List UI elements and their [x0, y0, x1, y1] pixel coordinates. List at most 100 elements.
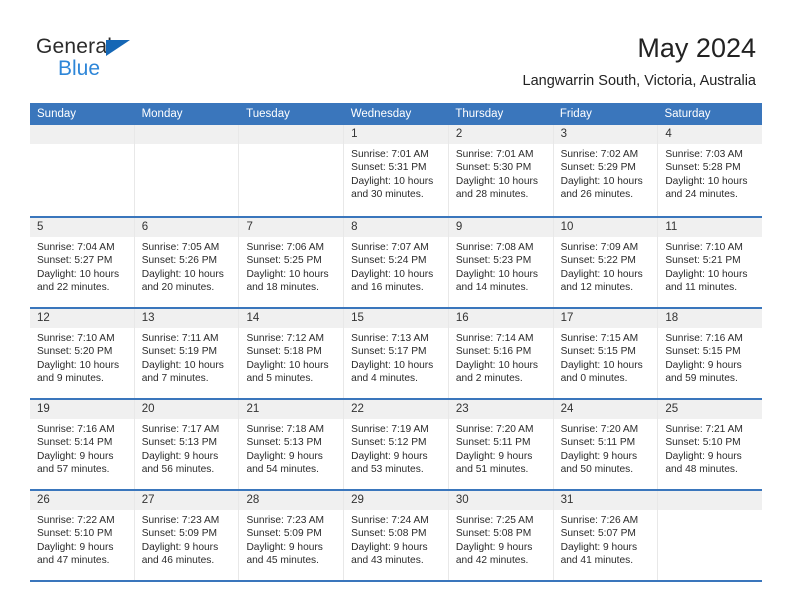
- sunrise-text: Sunrise: 7:01 AM: [455, 149, 534, 160]
- sunset-text: Sunset: 5:10 PM: [665, 437, 741, 449]
- daylight-text-line1: Daylight: 9 hours: [455, 541, 533, 553]
- general-blue-logo[interactable]: General Blue: [36, 36, 236, 88]
- logo-secondary-text: Blue: [58, 57, 101, 80]
- day-cell[interactable]: 17 Sunrise: 7:15 AM Sunset: 5:15 PM Dayligh…: [552, 309, 658, 398]
- daylight-text-line2: and 12 minutes.: [560, 282, 634, 294]
- day-cell[interactable]: 30 Sunrise: 7:25 AM Sunset: 5:08 PM Dayligh…: [447, 491, 553, 580]
- day-cell[interactable]: 9 Sunrise: 7:08 AM Sunset: 5:23 PM Daylight…: [447, 218, 553, 307]
- day-number-band: 27: [134, 491, 239, 510]
- daylight-text-line1: Daylight: 10 hours: [665, 268, 748, 280]
- sunset-text: Sunset: 5:19 PM: [141, 346, 218, 358]
- daylight-text-line1: Daylight: 10 hours: [351, 268, 434, 280]
- daylight-text-line2: and 47 minutes.: [37, 555, 110, 567]
- day-number-band: 3: [553, 125, 658, 144]
- day-cell[interactable]: 5 Sunrise: 7:04 AM Sunset: 5:27 PM Daylight…: [30, 218, 134, 307]
- day-number-band: 13: [134, 309, 239, 328]
- day-cell-empty: [30, 125, 134, 216]
- daylight-text-line1: Daylight: 10 hours: [351, 359, 434, 371]
- day-cell[interactable]: 23 Sunrise: 7:20 AM Sunset: 5:11 PM Dayligh…: [447, 400, 553, 489]
- calendar-week-row: 26 Sunrise: 7:22 AM Sunset: 5:10 PM Dayligh…: [30, 489, 763, 580]
- daylight-text-line2: and 18 minutes.: [246, 282, 319, 294]
- day-number: 1: [351, 128, 358, 140]
- daylight-text-line2: and 20 minutes.: [141, 282, 215, 294]
- calendar-week-row: 5 Sunrise: 7:04 AM Sunset: 5:27 PM Daylight…: [30, 216, 763, 307]
- day-cell[interactable]: 6 Sunrise: 7:05 AM Sunset: 5:26 PM Daylight…: [133, 218, 239, 307]
- day-number: 15: [351, 312, 364, 324]
- day-info: Sunrise: 7:26 AM Sunset: 5:07 PM Daylight:…: [554, 510, 658, 568]
- day-cell[interactable]: 15 Sunrise: 7:13 AM Sunset: 5:17 PM Dayligh…: [343, 309, 448, 398]
- day-cell[interactable]: 3 Sunrise: 7:02 AM Sunset: 5:29 PM Daylight…: [552, 125, 658, 216]
- day-cell[interactable]: 27 Sunrise: 7:23 AM Sunset: 5:09 PM Dayligh…: [133, 491, 239, 580]
- daylight-text-line2: and 54 minutes.: [246, 464, 319, 476]
- weekday-header-thursday: Thursday: [455, 108, 504, 120]
- day-info: Sunrise: 7:19 AM Sunset: 5:12 PM Daylight:…: [344, 419, 448, 477]
- day-cell[interactable]: 12 Sunrise: 7:10 AM Sunset: 5:20 PM Dayligh…: [30, 309, 134, 398]
- sunrise-text: Sunrise: 7:15 AM: [560, 333, 639, 344]
- day-info: Sunrise: 7:13 AM Sunset: 5:17 PM Daylight:…: [344, 328, 448, 386]
- daylight-text-line1: Daylight: 10 hours: [37, 359, 120, 371]
- day-cell[interactable]: 16 Sunrise: 7:14 AM Sunset: 5:16 PM Dayligh…: [447, 309, 553, 398]
- day-cell[interactable]: 24 Sunrise: 7:20 AM Sunset: 5:11 PM Dayligh…: [552, 400, 658, 489]
- day-number-band: 11: [658, 218, 763, 237]
- daylight-text-line1: Daylight: 9 hours: [37, 541, 114, 553]
- calendar-weeks: 1 Sunrise: 7:01 AM Sunset: 5:31 PM Daylight…: [30, 125, 763, 580]
- daylight-text-line1: Daylight: 10 hours: [141, 268, 224, 280]
- sunset-text: Sunset: 5:25 PM: [246, 255, 322, 267]
- day-info: Sunrise: 7:20 AM Sunset: 5:11 PM Daylight:…: [554, 419, 658, 477]
- sunrise-text: Sunrise: 7:12 AM: [246, 333, 325, 344]
- day-cell[interactable]: 29 Sunrise: 7:24 AM Sunset: 5:08 PM Dayligh…: [343, 491, 448, 580]
- daylight-text-line2: and 57 minutes.: [37, 464, 110, 476]
- daylight-text-line2: and 45 minutes.: [246, 555, 319, 567]
- sunrise-text: Sunrise: 7:09 AM: [560, 242, 639, 253]
- day-info: Sunrise: 7:08 AM Sunset: 5:23 PM Daylight:…: [449, 237, 553, 295]
- day-cell[interactable]: 19 Sunrise: 7:16 AM Sunset: 5:14 PM Dayligh…: [30, 400, 134, 489]
- day-cell[interactable]: 14 Sunrise: 7:12 AM Sunset: 5:18 PM Dayligh…: [238, 309, 344, 398]
- day-cell[interactable]: 1 Sunrise: 7:01 AM Sunset: 5:31 PM Daylight…: [343, 125, 448, 216]
- day-cell[interactable]: 8 Sunrise: 7:07 AM Sunset: 5:24 PM Daylight…: [343, 218, 448, 307]
- day-number: 4: [665, 128, 672, 140]
- day-cell[interactable]: 20 Sunrise: 7:17 AM Sunset: 5:13 PM Dayligh…: [133, 400, 239, 489]
- day-info: Sunrise: 7:22 AM Sunset: 5:10 PM Daylight:…: [30, 510, 134, 568]
- day-number-band: 6: [134, 218, 239, 237]
- daylight-text-line2: and 41 minutes.: [560, 555, 634, 567]
- daylight-text-line1: Daylight: 9 hours: [37, 450, 114, 462]
- day-cell[interactable]: 21 Sunrise: 7:18 AM Sunset: 5:13 PM Dayligh…: [238, 400, 344, 489]
- day-cell[interactable]: 11 Sunrise: 7:10 AM Sunset: 5:21 PM Dayligh…: [657, 218, 763, 307]
- day-cell[interactable]: 7 Sunrise: 7:06 AM Sunset: 5:25 PM Daylight…: [238, 218, 344, 307]
- sunset-text: Sunset: 5:26 PM: [141, 255, 218, 267]
- day-cell-empty: [133, 125, 239, 216]
- sunset-text: Sunset: 5:27 PM: [37, 255, 113, 267]
- daylight-text-line1: Daylight: 10 hours: [246, 359, 329, 371]
- sunset-text: Sunset: 5:13 PM: [246, 437, 322, 449]
- day-info: Sunrise: 7:20 AM Sunset: 5:11 PM Daylight:…: [449, 419, 553, 477]
- day-cell[interactable]: 31 Sunrise: 7:26 AM Sunset: 5:07 PM Dayligh…: [552, 491, 658, 580]
- daylight-text-line1: Daylight: 9 hours: [665, 359, 742, 371]
- day-number-band: 10: [553, 218, 658, 237]
- day-cell[interactable]: 26 Sunrise: 7:22 AM Sunset: 5:10 PM Dayligh…: [30, 491, 134, 580]
- day-cell[interactable]: 25 Sunrise: 7:21 AM Sunset: 5:10 PM Dayligh…: [657, 400, 763, 489]
- day-number: 21: [246, 403, 260, 415]
- day-info: Sunrise: 7:04 AM Sunset: 5:27 PM Daylight:…: [30, 237, 134, 295]
- day-cell[interactable]: 13 Sunrise: 7:11 AM Sunset: 5:19 PM Dayligh…: [133, 309, 239, 398]
- day-number: 23: [455, 403, 469, 415]
- day-cell[interactable]: 28 Sunrise: 7:23 AM Sunset: 5:09 PM Dayligh…: [238, 491, 344, 580]
- day-cell[interactable]: 22 Sunrise: 7:19 AM Sunset: 5:12 PM Dayligh…: [343, 400, 448, 489]
- daylight-text-line1: Daylight: 10 hours: [560, 268, 643, 280]
- day-cell[interactable]: 4 Sunrise: 7:03 AM Sunset: 5:28 PM Daylight…: [657, 125, 763, 216]
- day-cell[interactable]: 10 Sunrise: 7:09 AM Sunset: 5:22 PM Dayligh…: [552, 218, 658, 307]
- day-cell[interactable]: 2 Sunrise: 7:01 AM Sunset: 5:30 PM Daylight…: [447, 125, 553, 216]
- day-number-band: 17: [553, 309, 658, 328]
- day-cell[interactable]: 18 Sunrise: 7:16 AM Sunset: 5:15 PM Dayligh…: [657, 309, 763, 398]
- day-number-band: 5: [30, 218, 134, 237]
- day-number-band: [658, 491, 763, 510]
- title-block: May 2024 Langwarrin South, Victoria, Aus…: [523, 32, 756, 90]
- day-info: Sunrise: 7:03 AM Sunset: 5:28 PM Daylight:…: [658, 144, 762, 202]
- day-number: 28: [246, 494, 260, 506]
- sunrise-text: Sunrise: 7:17 AM: [141, 424, 220, 435]
- sunrise-text: Sunrise: 7:13 AM: [351, 333, 429, 344]
- calendar-page: General Blue May 2024 Langwarrin South, …: [0, 0, 792, 612]
- daylight-text-line1: Daylight: 10 hours: [455, 175, 538, 187]
- daylight-text-line1: Daylight: 9 hours: [246, 450, 323, 462]
- day-number-band: 14: [239, 309, 344, 328]
- page-subtitle: Langwarrin South, Victoria, Australia: [522, 73, 756, 89]
